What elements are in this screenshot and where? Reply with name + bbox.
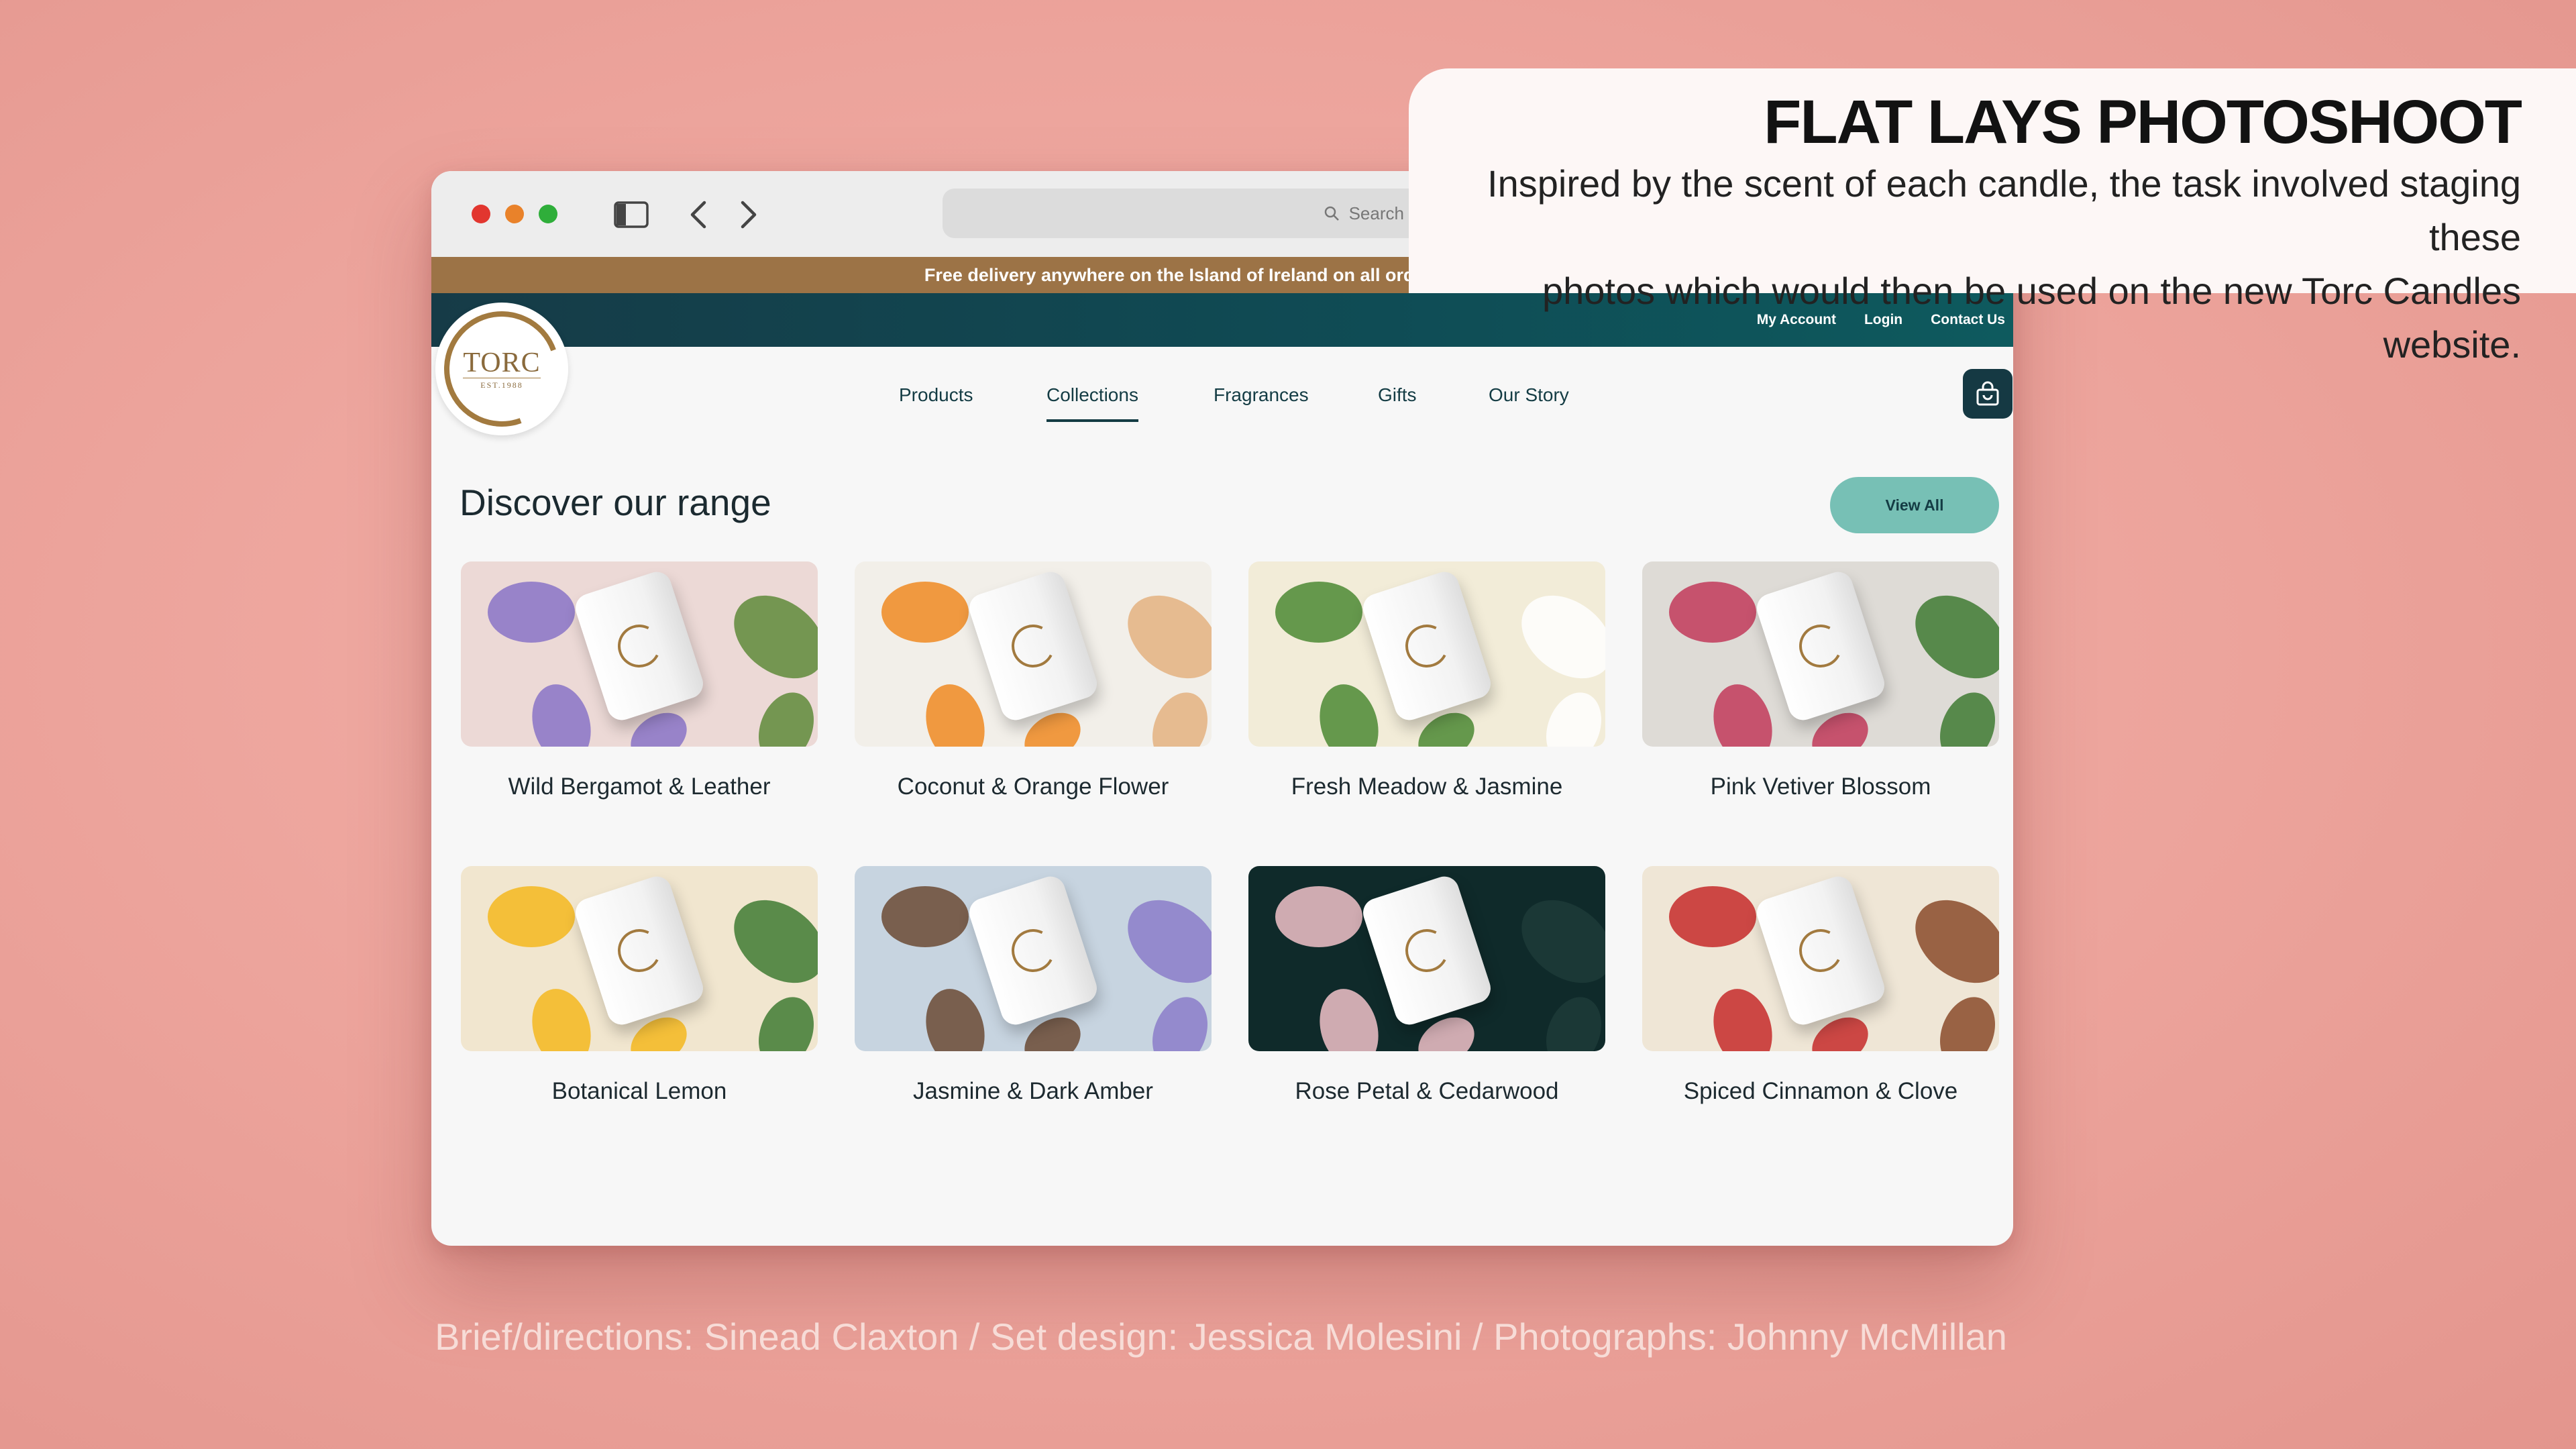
product-photo[interactable]	[1248, 561, 1605, 747]
close-window-button[interactable]	[472, 205, 490, 223]
photo-prop	[917, 981, 994, 1051]
product-photo[interactable]	[1642, 866, 1999, 1051]
section-title: Discover our range	[460, 482, 771, 523]
caption-panel: FLAT LAYS PHOTOSHOOT Inspired by the sce…	[1409, 68, 2576, 366]
photo-prop	[1311, 677, 1387, 747]
photo-prop	[749, 989, 818, 1051]
cart-button[interactable]	[1963, 369, 2012, 419]
photo-prop	[523, 981, 600, 1051]
product-card[interactable]: Pink Vetiver Blossom	[1642, 561, 1999, 800]
photo-prop	[1142, 684, 1212, 747]
photo-prop	[1536, 684, 1605, 747]
photo-prop	[749, 684, 818, 747]
nav-item-products[interactable]: Products	[899, 384, 973, 406]
candle-jar	[572, 568, 707, 724]
candle-jar	[1753, 872, 1888, 1029]
photo-prop	[1930, 684, 1999, 747]
photo-prop	[1669, 886, 1756, 947]
photo-prop	[1275, 886, 1362, 947]
nav-item-collections[interactable]: Collections	[1046, 384, 1138, 422]
product-card[interactable]: Spiced Cinnamon & Clove	[1642, 866, 1999, 1105]
product-name[interactable]: Jasmine & Dark Amber	[855, 1078, 1212, 1105]
product-name[interactable]: Spiced Cinnamon & Clove	[1642, 1078, 1999, 1105]
maximize-window-button[interactable]	[539, 205, 557, 223]
product-photo[interactable]	[855, 561, 1212, 747]
product-photo[interactable]	[461, 561, 818, 747]
product-card[interactable]: Fresh Meadow & Jasmine	[1248, 561, 1605, 800]
candle-logo-mark	[1399, 923, 1454, 978]
product-card[interactable]: Jasmine & Dark Amber	[855, 866, 1212, 1105]
product-photo[interactable]	[1642, 561, 1999, 747]
photo-prop	[1669, 582, 1756, 643]
search-icon	[1324, 206, 1339, 221]
nav-item-gifts[interactable]: Gifts	[1378, 384, 1417, 406]
product-card[interactable]: Coconut & Orange Flower	[855, 561, 1212, 800]
product-card[interactable]: Rose Petal & Cedarwood	[1248, 866, 1605, 1105]
candle-logo-mark	[612, 923, 667, 978]
torc-logo[interactable]: TORC EST.1988	[431, 292, 579, 446]
product-card[interactable]: Botanical Lemon	[461, 866, 818, 1105]
photo-prop	[917, 677, 994, 747]
photo-prop	[1930, 989, 1999, 1051]
photo-prop	[1505, 883, 1605, 1000]
candle-jar	[965, 872, 1101, 1029]
caption-body: Inspired by the scent of each candle, th…	[1436, 157, 2521, 372]
photo-prop	[1142, 989, 1212, 1051]
candle-jar	[572, 872, 707, 1029]
photo-prop	[1705, 981, 1781, 1051]
photo-prop	[488, 886, 575, 947]
candle-jar	[1753, 568, 1888, 724]
view-all-button[interactable]: View All	[1830, 477, 1999, 533]
photo-prop	[881, 582, 969, 643]
nav-item-fragrances[interactable]: Fragrances	[1214, 384, 1309, 406]
photo-prop	[881, 886, 969, 947]
photo-prop	[1505, 578, 1605, 696]
product-name[interactable]: Rose Petal & Cedarwood	[1248, 1078, 1605, 1105]
photo-prop	[523, 677, 600, 747]
candle-logo-mark	[1006, 619, 1061, 674]
forward-arrow-icon[interactable]	[730, 198, 767, 231]
back-arrow-icon[interactable]	[680, 198, 717, 231]
product-photo[interactable]	[461, 866, 818, 1051]
shopping-bag-icon	[1976, 381, 1999, 406]
candle-jar	[1359, 872, 1495, 1029]
caption-line-2: photos which would then be used on the n…	[1542, 270, 2521, 366]
product-card[interactable]: Wild Bergamot & Leather	[461, 561, 818, 800]
caption-line-1: Inspired by the scent of each candle, th…	[1487, 162, 2521, 258]
photo-prop	[718, 578, 818, 696]
photo-prop	[488, 582, 575, 643]
product-photo[interactable]	[855, 866, 1212, 1051]
photo-prop	[1311, 981, 1387, 1051]
nav-item-our-story[interactable]: Our Story	[1489, 384, 1569, 406]
sidebar-toggle-icon[interactable]	[612, 198, 650, 231]
candle-logo-mark	[1006, 923, 1061, 978]
candle-logo-mark	[1793, 923, 1848, 978]
logo-wordmark: TORC EST.1988	[463, 347, 541, 390]
candle-jar	[1359, 568, 1495, 724]
photo-prop	[1899, 578, 1999, 696]
candle-jar	[965, 568, 1101, 724]
photo-prop	[718, 883, 818, 1000]
photo-prop	[1112, 883, 1212, 1000]
photo-prop	[1112, 578, 1212, 696]
candle-logo-mark	[612, 619, 667, 674]
candle-logo-mark	[1793, 619, 1848, 674]
credits-text: Brief/directions: Sinead Claxton / Set d…	[435, 1316, 2007, 1358]
product-photo[interactable]	[1248, 866, 1605, 1051]
candle-logo-mark	[1399, 619, 1454, 674]
product-name[interactable]: Wild Bergamot & Leather	[461, 773, 818, 800]
product-name[interactable]: Fresh Meadow & Jasmine	[1248, 773, 1605, 800]
photo-prop	[1899, 883, 1999, 1000]
minimize-window-button[interactable]	[505, 205, 524, 223]
product-name[interactable]: Botanical Lemon	[461, 1078, 818, 1105]
product-name[interactable]: Coconut & Orange Flower	[855, 773, 1212, 800]
photo-prop	[1536, 989, 1605, 1051]
photo-prop	[1275, 582, 1362, 643]
photo-prop	[1705, 677, 1781, 747]
product-name[interactable]: Pink Vetiver Blossom	[1642, 773, 1999, 800]
caption-title: FLAT LAYS PHOTOSHOOT	[1764, 88, 2522, 156]
